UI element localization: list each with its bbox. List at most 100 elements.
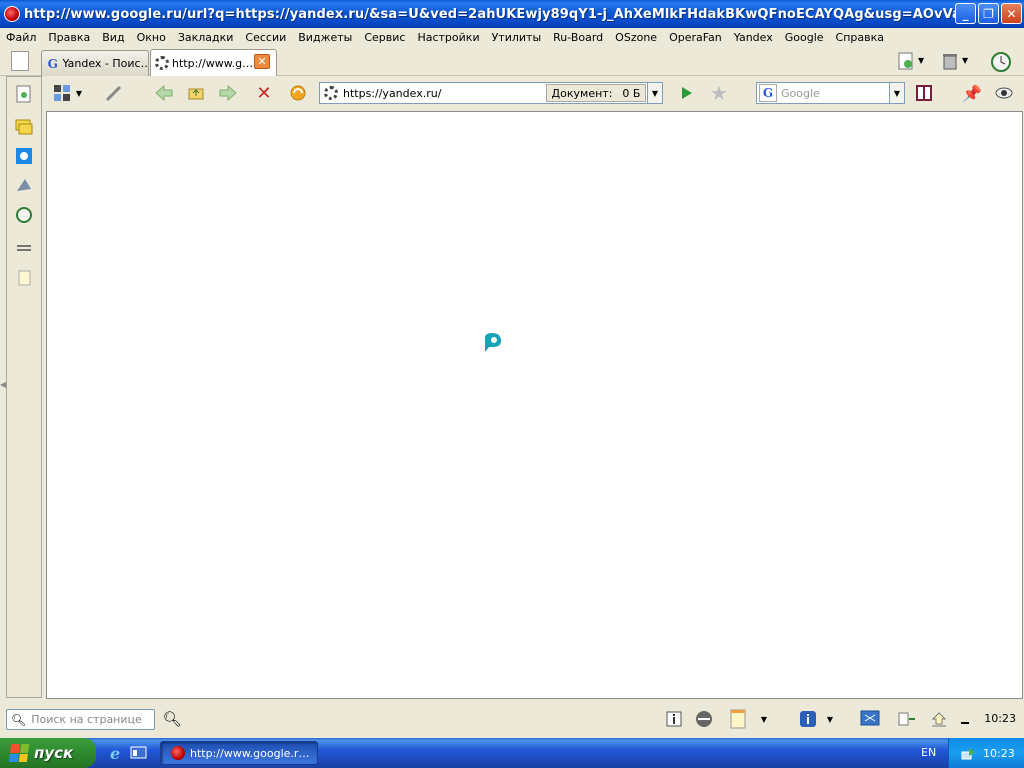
address-value: https://yandex.ru/ [343, 86, 442, 100]
minimize-panel-icon[interactable] [956, 709, 976, 729]
tab-label: http://www.g… [172, 56, 254, 70]
menu-sessions[interactable]: Сессии [239, 31, 292, 44]
menu-oszone[interactable]: OSzone [609, 31, 663, 44]
internet-explorer-icon[interactable]: e [108, 744, 125, 761]
page-info-dropdown-icon[interactable]: ▼ [820, 709, 840, 729]
tab-google-redirect[interactable]: http://www.g… ✕ [150, 49, 277, 76]
start-label: пуск [34, 744, 74, 762]
system-tray: 10:23 [948, 738, 1024, 768]
menu-widgets[interactable]: Виджеты [292, 31, 358, 44]
address-dropdown-icon[interactable]: ▼ [647, 82, 663, 104]
bookmark-dropdown-icon[interactable]: ▼ [918, 56, 928, 76]
loading-page-icon [483, 332, 501, 352]
page-content-area[interactable] [46, 111, 1023, 699]
menu-edit[interactable]: Правка [42, 31, 96, 44]
opera-app-icon[interactable] [4, 6, 20, 22]
fullscreen-icon[interactable] [860, 709, 880, 729]
menu-view[interactable]: Вид [96, 31, 130, 44]
menu-help[interactable]: Справка [830, 31, 890, 44]
notes-block-icon[interactable] [728, 709, 748, 729]
search-engine-dropdown-icon[interactable]: ▼ [889, 82, 905, 104]
add-bookmark-icon[interactable] [896, 51, 916, 71]
menu-utilities[interactable]: Утилиты [486, 31, 548, 44]
trash-icon[interactable] [940, 51, 960, 71]
google-favicon-icon: G [47, 56, 58, 71]
panel-splitter-arrow-icon[interactable]: ◀ [0, 380, 6, 390]
window-titlebar[interactable]: http://www.google.ru/url?q=https://yande… [0, 0, 1024, 28]
trash-dropdown-icon[interactable]: ▼ [962, 56, 972, 76]
taskbar-opera-window[interactable]: http://www.google.r… [160, 741, 318, 765]
minimize-button[interactable]: _ [955, 3, 976, 24]
taskbar-task-label: http://www.google.r… [190, 746, 310, 760]
tray-clock: 10:23 [983, 746, 1015, 760]
tab-bar: G Yandex - Поис… http://www.g… ✕ ▼ ▼ [0, 46, 1024, 76]
menu-operafan[interactable]: OperaFan [663, 31, 728, 44]
pen-edit-icon[interactable] [104, 83, 124, 103]
svg-text:e: e [110, 744, 120, 761]
bookmarks-panel-icon[interactable] [15, 85, 33, 103]
home-upload-icon[interactable] [929, 709, 949, 729]
start-button[interactable]: пуск [0, 738, 96, 768]
find-in-page-field[interactable]: 🔍︎ Поиск на странице [6, 709, 155, 730]
reload-icon[interactable] [288, 83, 308, 103]
widgets-panel-icon[interactable] [15, 147, 33, 165]
menu-ruboard[interactable]: Ru-Board [547, 31, 609, 44]
address-field[interactable]: https://yandex.ru/ Документ: 0 Б [319, 82, 663, 104]
windows-flag-icon [8, 744, 30, 762]
menu-yandex[interactable]: Yandex [728, 31, 779, 44]
feeds-panel-icon[interactable] [15, 175, 33, 193]
forward-arrow-icon[interactable] [218, 83, 238, 103]
search-field[interactable]: G Google [756, 82, 904, 104]
tab-yandex[interactable]: G Yandex - Поис… [41, 50, 149, 76]
mail-panel-icon[interactable] [15, 117, 33, 135]
menu-google[interactable]: Google [779, 31, 830, 44]
menu-bar: Файл Правка Вид Окно Закладки Сессии Вид… [0, 28, 1024, 46]
panels-grid-icon[interactable] [52, 83, 72, 103]
go-play-icon[interactable] [676, 83, 696, 103]
loading-spinner-icon [155, 56, 169, 70]
opera-taskbar-icon [171, 746, 185, 760]
loading-spinner-icon [324, 86, 338, 100]
eye-icon[interactable] [994, 83, 1014, 103]
tab-label: Yandex - Поис… [62, 57, 148, 70]
history-panel-icon[interactable] [15, 206, 33, 224]
network-tray-icon[interactable] [961, 746, 977, 760]
new-page-icon[interactable] [11, 51, 29, 71]
page-info-icon[interactable] [798, 709, 818, 729]
pin-icon[interactable]: 📌 [962, 83, 982, 103]
panels-dropdown-icon[interactable]: ▼ [74, 83, 84, 103]
menu-file[interactable]: Файл [0, 31, 42, 44]
close-window-button[interactable]: ✕ [1001, 3, 1022, 24]
status-clock: 10:23 [984, 712, 1016, 725]
show-desktop-icon[interactable] [130, 744, 147, 761]
document-size: 0 Б [622, 86, 641, 100]
turbo-globe-icon[interactable] [694, 709, 714, 729]
find-placeholder: Поиск на странице [31, 713, 142, 726]
back-arrow-icon[interactable] [154, 83, 174, 103]
transfers-panel-icon[interactable] [15, 239, 33, 257]
navigation-bar: ▼ ✕ https://yandex.ru/ Документ: 0 Б ▼ ★… [44, 77, 1024, 110]
notes-panel-icon[interactable] [15, 269, 33, 287]
page-zoom-icon[interactable] [896, 709, 916, 729]
up-folder-icon[interactable] [186, 83, 206, 103]
window-title: http://www.google.ru/url?q=https://yande… [24, 6, 964, 22]
menu-settings[interactable]: Настройки [411, 31, 485, 44]
stop-icon[interactable]: ✕ [254, 83, 274, 104]
search-placeholder: Google [781, 86, 820, 100]
history-clock-icon[interactable] [990, 51, 1011, 72]
document-size-badge: Документ: 0 Б [546, 84, 646, 102]
language-indicator[interactable]: EN [921, 746, 936, 759]
bookmark-star-icon[interactable]: ★ [709, 81, 729, 105]
menu-window[interactable]: Окно [131, 31, 172, 44]
split-view-icon[interactable] [914, 83, 934, 103]
find-search-icon[interactable]: 🔍︎ [162, 709, 182, 729]
menu-service[interactable]: Сервис [358, 31, 411, 44]
close-tab-icon[interactable]: ✕ [254, 54, 270, 69]
restore-button[interactable]: ❐ [978, 3, 999, 24]
info-icon[interactable] [664, 709, 684, 729]
google-search-engine-icon[interactable]: G [759, 84, 777, 102]
side-panel [6, 76, 42, 698]
menu-bookmarks[interactable]: Закладки [172, 31, 240, 44]
status-bar: 🔍︎ Поиск на странице 🔍︎ ▼ ▼ 10:23 [0, 700, 1024, 738]
notes-dropdown-icon[interactable]: ▼ [754, 709, 774, 729]
